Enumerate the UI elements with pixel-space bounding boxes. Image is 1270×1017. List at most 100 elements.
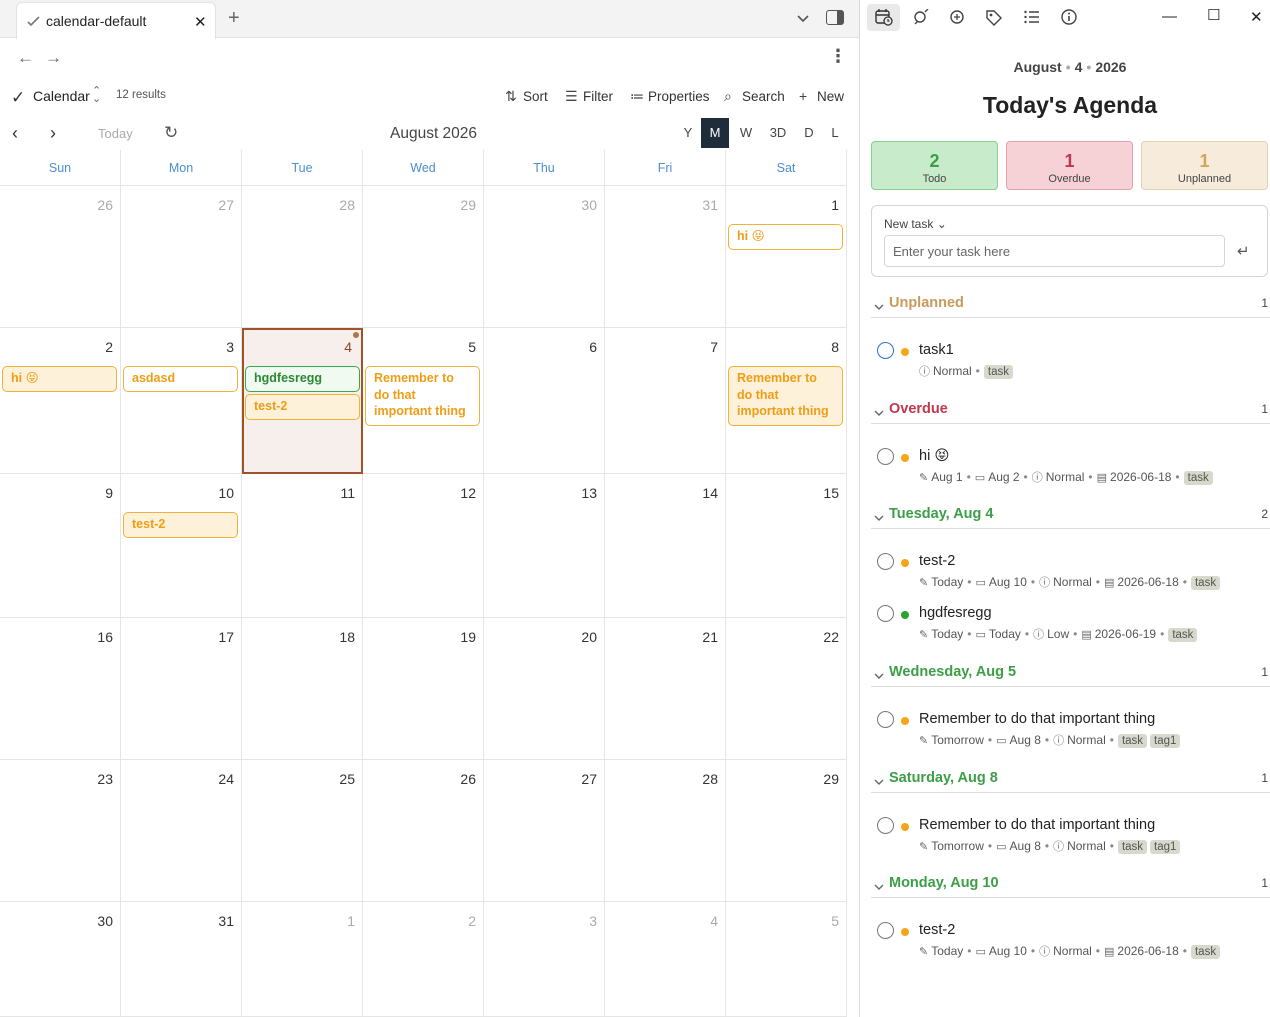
- agenda-section-header[interactable]: Overdue 1: [871, 400, 1270, 424]
- agenda-task[interactable]: test-2 ✎ Today • ▭ Aug 10 • ⓘ Normal • ▤ 2026-06-18…: [877, 920, 1267, 960]
- link-refresh-icon[interactable]: [940, 4, 973, 31]
- task-tag[interactable]: task: [1117, 840, 1148, 854]
- agenda-task[interactable]: hi 😝 ✎ Aug 1 • ▭ Aug 2 • ⓘ Normal • ▤ 2026-06-18 • ta…: [877, 446, 1267, 486]
- maximize-icon[interactable]: ☐: [1207, 6, 1220, 24]
- agenda-section-header[interactable]: Monday, Aug 10 1: [871, 874, 1270, 898]
- day-cell[interactable]: 9: [0, 474, 121, 618]
- calendar-event[interactable]: Remember to do that important thing: [365, 366, 480, 426]
- task-checkbox[interactable]: [877, 448, 894, 465]
- task-checkbox[interactable]: [877, 605, 894, 622]
- day-cell[interactable]: 21: [605, 618, 726, 760]
- day-cell[interactable]: 4: [605, 902, 726, 1017]
- today-button[interactable]: Today: [98, 126, 133, 141]
- day-cell[interactable]: 19: [363, 618, 484, 760]
- sort-button[interactable]: ⇅ Sort: [505, 88, 548, 105]
- task-tag[interactable]: task: [1190, 576, 1221, 590]
- day-cell[interactable]: 6: [484, 328, 605, 474]
- chevron-right-icon[interactable]: ›: [50, 123, 56, 144]
- calendar-event[interactable]: test-2: [123, 512, 238, 538]
- agenda-section-header[interactable]: Saturday, Aug 8 1: [871, 769, 1270, 793]
- unplanned-stat-card[interactable]: 1 Unplanned: [1141, 141, 1268, 190]
- day-cell[interactable]: 30: [0, 902, 121, 1017]
- sidebar-toggle-icon[interactable]: [826, 10, 844, 25]
- calendar-event[interactable]: asdasd: [123, 366, 238, 392]
- todo-stat-card[interactable]: 2 Todo: [871, 141, 998, 190]
- calendar-clock-icon[interactable]: [867, 4, 900, 31]
- view-mode-l[interactable]: L: [821, 118, 849, 148]
- day-cell[interactable]: 22: [726, 618, 847, 760]
- close-icon[interactable]: ✕: [1250, 8, 1263, 26]
- day-cell[interactable]: 23: [0, 760, 121, 902]
- task-tag[interactable]: tag1: [1150, 840, 1181, 854]
- day-cell[interactable]: 11: [242, 474, 363, 618]
- day-cell[interactable]: 7: [605, 328, 726, 474]
- task-checkbox[interactable]: [877, 711, 894, 728]
- day-cell[interactable]: 5 Remember to do that important thing: [363, 328, 484, 474]
- agenda-task[interactable]: test-2 ✎ Today • ▭ Aug 10 • ⓘ Normal • ▤ 2026-06-18…: [877, 551, 1267, 591]
- chevron-down-icon[interactable]: [796, 11, 810, 29]
- arrow-left-icon[interactable]: ←: [17, 48, 34, 68]
- minimize-icon[interactable]: —: [1162, 8, 1177, 25]
- task-title[interactable]: test-2: [919, 553, 955, 569]
- overdue-stat-card[interactable]: 1 Overdue: [1006, 141, 1133, 190]
- new-task-dropdown[interactable]: New task ⌄: [884, 217, 947, 231]
- task-title[interactable]: task1: [919, 342, 954, 358]
- day-cell[interactable]: 27: [121, 186, 242, 328]
- calendar-event[interactable]: Remember to do that important thing: [728, 366, 843, 426]
- day-cell-today[interactable]: 4 hgdfesregg test-2: [242, 328, 363, 474]
- view-mode-y[interactable]: Y: [674, 118, 702, 148]
- task-title[interactable]: Remember to do that important thing: [919, 817, 1155, 833]
- list-icon[interactable]: [1015, 4, 1048, 31]
- day-cell[interactable]: 24: [121, 760, 242, 902]
- pin-edit-icon[interactable]: [904, 4, 937, 31]
- filter-button[interactable]: ☰ Filter: [565, 88, 613, 105]
- day-cell[interactable]: 12: [363, 474, 484, 618]
- more-vertical-icon[interactable]: ⋮: [829, 46, 847, 67]
- new-task-input[interactable]: [884, 235, 1225, 267]
- task-title[interactable]: Remember to do that important thing: [919, 711, 1155, 727]
- day-cell[interactable]: 26: [363, 760, 484, 902]
- task-tag[interactable]: task: [1168, 628, 1198, 642]
- agenda-task[interactable]: hgdfesregg ✎ Today • ▭ Today • ⓘ Low • ▤ 2026-06-19…: [877, 603, 1267, 643]
- day-cell[interactable]: 1 hi 😝: [726, 186, 847, 328]
- enter-icon[interactable]: ↵: [1237, 242, 1250, 260]
- agenda-section-header[interactable]: Wednesday, Aug 5 1: [871, 663, 1270, 687]
- day-cell[interactable]: 31: [605, 186, 726, 328]
- day-cell[interactable]: 27: [484, 760, 605, 902]
- task-title[interactable]: test-2: [919, 922, 955, 938]
- plus-icon[interactable]: +: [228, 7, 240, 30]
- day-cell[interactable]: 2 hi 😝: [0, 328, 121, 474]
- search-button[interactable]: ⌕ Search: [724, 88, 785, 105]
- day-cell[interactable]: 18: [242, 618, 363, 760]
- properties-button[interactable]: ≔ Properties: [630, 88, 710, 105]
- day-cell[interactable]: 17: [121, 618, 242, 760]
- calendar-event[interactable]: hi 😝: [728, 224, 843, 250]
- calendar-event[interactable]: hi 😝: [2, 366, 117, 392]
- day-cell[interactable]: 1: [242, 902, 363, 1017]
- task-tag[interactable]: task: [1183, 471, 1213, 485]
- day-cell[interactable]: 3 asdasd: [121, 328, 242, 474]
- day-cell[interactable]: 3: [484, 902, 605, 1017]
- day-cell[interactable]: 29: [726, 760, 847, 902]
- chevron-updown-icon[interactable]: ⌃ ⌄: [92, 86, 101, 105]
- agenda-task[interactable]: task1 ⓘ Normal • task: [877, 340, 1267, 380]
- agenda-task[interactable]: Remember to do that important thing ✎ Tomo…: [877, 709, 1267, 749]
- day-cell[interactable]: 29: [363, 186, 484, 328]
- calendar-event[interactable]: test-2: [245, 394, 360, 420]
- info-icon[interactable]: [1052, 4, 1085, 31]
- day-cell[interactable]: 28: [242, 186, 363, 328]
- calendar-event[interactable]: hgdfesregg: [245, 366, 360, 392]
- day-cell[interactable]: 30: [484, 186, 605, 328]
- day-cell[interactable]: 25: [242, 760, 363, 902]
- day-cell[interactable]: 2: [363, 902, 484, 1017]
- view-mode-m[interactable]: M: [701, 118, 729, 148]
- day-cell[interactable]: 31: [121, 902, 242, 1017]
- day-cell[interactable]: 5: [726, 902, 847, 1017]
- task-checkbox[interactable]: [877, 922, 894, 939]
- new-button[interactable]: + New: [799, 88, 844, 104]
- day-cell[interactable]: 10 test-2: [121, 474, 242, 618]
- task-checkbox[interactable]: [877, 553, 894, 570]
- agenda-section-header[interactable]: Tuesday, Aug 4 2: [871, 505, 1270, 529]
- day-cell[interactable]: 15: [726, 474, 847, 618]
- day-cell[interactable]: 8 Remember to do that important thing: [726, 328, 847, 474]
